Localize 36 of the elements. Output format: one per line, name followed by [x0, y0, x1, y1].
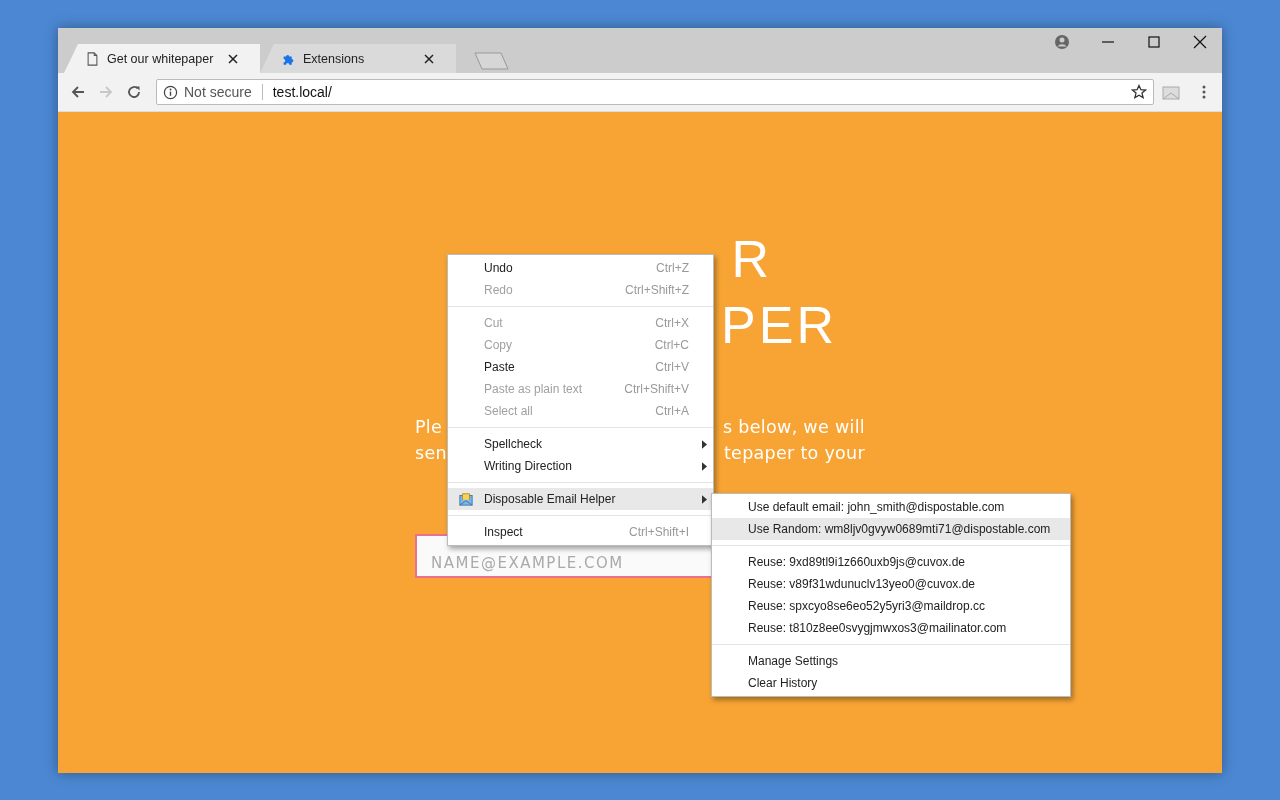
menu-item[interactable]: Use default email: john_smith@dispostable.com [712, 496, 1070, 518]
menu-item[interactable]: Reuse: t810z8ee0svygjmwxos3@mailinator.com [712, 617, 1070, 639]
address-bar[interactable]: Not secure test.local/ [156, 79, 1154, 105]
menu-item[interactable]: Undo Ctrl+Z [448, 257, 713, 279]
close-icon[interactable] [1192, 34, 1208, 50]
reload-icon[interactable] [126, 84, 142, 100]
browser-tab[interactable]: Get our whitepaper [64, 44, 260, 73]
menu-item[interactable]: Use Random: wm8ljv0gvyw0689mti71@dispostable.com [712, 518, 1070, 540]
close-icon[interactable] [424, 53, 434, 64]
menu-item[interactable]: Clear History [712, 672, 1070, 694]
close-icon[interactable] [228, 53, 238, 64]
star-icon[interactable] [1131, 84, 1147, 100]
browser-tab[interactable]: Extensions [260, 44, 456, 73]
submenu-arrow-icon [702, 461, 707, 471]
page-heading: R [731, 229, 772, 290]
intro-text: s below, we will [723, 417, 865, 437]
menu-item[interactable]: Reuse: spxcyo8se6eo52y5yri3@maildrop.cc [712, 595, 1070, 617]
menu-item[interactable]: Writing Direction [448, 455, 713, 477]
submenu-arrow-icon [702, 439, 707, 449]
menu-item[interactable]: Spellcheck [448, 433, 713, 455]
intro-text: Ple [415, 417, 443, 437]
page-heading: PER [721, 295, 837, 356]
maximize-icon[interactable] [1146, 34, 1162, 50]
security-label: Not secure [184, 84, 252, 100]
info-icon [163, 84, 178, 100]
menu-item[interactable]: Manage Settings [712, 650, 1070, 672]
profile-icon[interactable] [1054, 34, 1070, 50]
url-text: test.local/ [272, 84, 333, 100]
back-icon[interactable] [70, 84, 86, 100]
menu-item[interactable]: Paste Ctrl+V [448, 356, 713, 378]
menu-item[interactable]: Disposable Email Helper [448, 488, 713, 510]
menu-icon[interactable] [1202, 84, 1206, 100]
submenu-arrow-icon [702, 494, 707, 504]
intro-text: sen [415, 443, 447, 463]
intro-text: tepaper to your [723, 443, 865, 463]
page-icon [86, 51, 99, 66]
